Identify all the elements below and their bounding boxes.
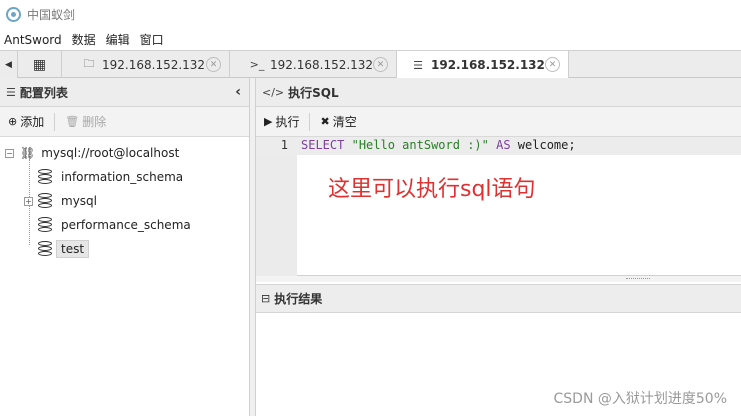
inbox-icon: ⊟ (261, 292, 271, 305)
sql-alias: welcome; (517, 138, 576, 152)
title-bar: 中国蚁剑 (0, 0, 741, 29)
plus-circle-icon: ⊕ (8, 115, 18, 128)
result-splitter[interactable] (256, 276, 741, 282)
tree-node-test[interactable]: test (0, 237, 249, 261)
tab-label: 192.168.152.132 (270, 57, 374, 72)
play-icon: ▶ (264, 115, 273, 128)
menu-bar: AntSword 数据 编辑 窗口 (0, 29, 741, 50)
antsword-logo-icon (6, 7, 21, 22)
splitter-grip[interactable] (626, 278, 650, 280)
tree-node-label: performance_schema (61, 218, 191, 232)
database-icon (38, 241, 52, 257)
close-icon[interactable]: ✕ (206, 57, 221, 72)
config-list-header: ☰ 配置列表 ‹ (0, 78, 249, 107)
tree-node-label: mysql (61, 194, 97, 208)
sql-keyword-select: SELECT (301, 138, 345, 152)
tab-home[interactable]: ▦ (18, 51, 62, 78)
add-button[interactable]: ⊕ 添加 (8, 113, 44, 130)
delete-button[interactable]: 🗑 删除 (65, 113, 106, 130)
collapse-toggle-icon[interactable]: − (5, 148, 14, 158)
tab-bar: ◀ ▦ 🗀 192.168.152.132 ✕ >_ 192.168.152.1… (0, 50, 741, 79)
tab-file-manager[interactable]: 🗀 192.168.152.132 ✕ (62, 51, 230, 78)
config-list-title: 配置列表 (19, 85, 68, 100)
connection-label: mysql://root@localhost (41, 146, 180, 160)
tree-node-information-schema[interactable]: information_schema (0, 165, 249, 189)
tab-scroll-left-button[interactable]: ◀ (0, 51, 18, 78)
execute-label: 执行 (275, 115, 300, 129)
tree-node-label: information_schema (61, 170, 184, 184)
database-icon (38, 193, 52, 209)
clear-label: 清空 (332, 115, 357, 129)
list-icon: ☰ (6, 85, 16, 99)
expand-toggle-icon[interactable]: + (24, 196, 33, 206)
editor-gutter (256, 137, 297, 276)
add-label: 添加 (20, 115, 45, 129)
menu-window[interactable]: 窗口 (140, 31, 164, 48)
sql-keyword-as: AS (496, 138, 511, 152)
tab-label: 192.168.152.132 (102, 57, 206, 72)
caret-left-icon: ◀ (5, 59, 12, 70)
sql-panel-title: 执行SQL (288, 85, 339, 100)
terminal-icon: >_ (249, 58, 265, 71)
network-icon: ⛓ (20, 146, 36, 160)
trash-icon: 🗑 (65, 115, 80, 128)
toolbar-divider (309, 112, 311, 131)
x-icon: ✖ (320, 115, 330, 128)
sql-string-literal: "Hello antSword :)" (351, 138, 489, 152)
line-number: 1 (280, 138, 288, 152)
toolbar-divider (54, 112, 56, 131)
tab-label: 192.168.152.132 (431, 58, 545, 72)
close-icon[interactable]: ✕ (545, 57, 560, 72)
window-title: 中国蚁剑 (27, 8, 76, 22)
sql-toolbar: ▶ 执行 ✖ 清空 (256, 107, 741, 137)
code-icon: </> (262, 85, 285, 99)
sql-panel: </> 执行SQL ▶ 执行 ✖ 清空 1 SELECT "Hello antS… (256, 78, 741, 416)
sql-panel-header: </> 执行SQL (256, 78, 741, 107)
delete-label: 删除 (82, 115, 107, 129)
database-icon (38, 169, 52, 185)
tab-database[interactable]: ☰ 192.168.152.132 ✕ (397, 51, 569, 79)
sql-editor[interactable]: 1 SELECT "Hello antSword :)" AS welcome;… (256, 137, 741, 276)
tree-node-label-selected: test (56, 240, 90, 258)
menu-antsword[interactable]: AntSword (4, 33, 62, 47)
database-icon (38, 217, 52, 233)
tree-root-node[interactable]: − ⛓ mysql://root@localhost (0, 141, 249, 165)
annotation-text: 这里可以执行sql语句 (328, 177, 536, 202)
config-toolbar: ⊕ 添加 🗑 删除 (0, 107, 249, 137)
collapse-panel-icon[interactable]: ‹ (235, 84, 241, 100)
database-tree: − ⛓ mysql://root@localhost information_s… (0, 137, 249, 261)
editor-active-line: 1 SELECT "Hello antSword :)" AS welcome; (256, 137, 741, 155)
grid-icon: ▦ (32, 56, 47, 73)
tree-node-mysql[interactable]: + mysql (0, 189, 249, 213)
clear-button[interactable]: ✖ 清空 (320, 113, 356, 130)
result-header: ⊟ 执行结果 (256, 284, 741, 313)
result-title: 执行结果 (274, 292, 323, 306)
sql-code-line[interactable]: SELECT "Hello antSword :)" AS welcome; (301, 138, 576, 152)
menu-data[interactable]: 数据 (72, 31, 96, 48)
tab-terminal[interactable]: >_ 192.168.152.132 ✕ (230, 51, 397, 78)
database-icon: ☰ (413, 58, 423, 72)
execute-button[interactable]: ▶ 执行 (264, 113, 299, 130)
csdn-watermark: CSDN @入狱计划进度50% (553, 391, 727, 407)
folder-icon: 🗀 (83, 57, 95, 70)
tree-node-performance-schema[interactable]: performance_schema (0, 213, 249, 237)
config-list-panel: ☰ 配置列表 ‹ ⊕ 添加 🗑 删除 − ⛓ mysql://root@loca… (0, 78, 250, 416)
close-icon[interactable]: ✕ (373, 57, 388, 72)
menu-edit[interactable]: 编辑 (106, 31, 130, 48)
